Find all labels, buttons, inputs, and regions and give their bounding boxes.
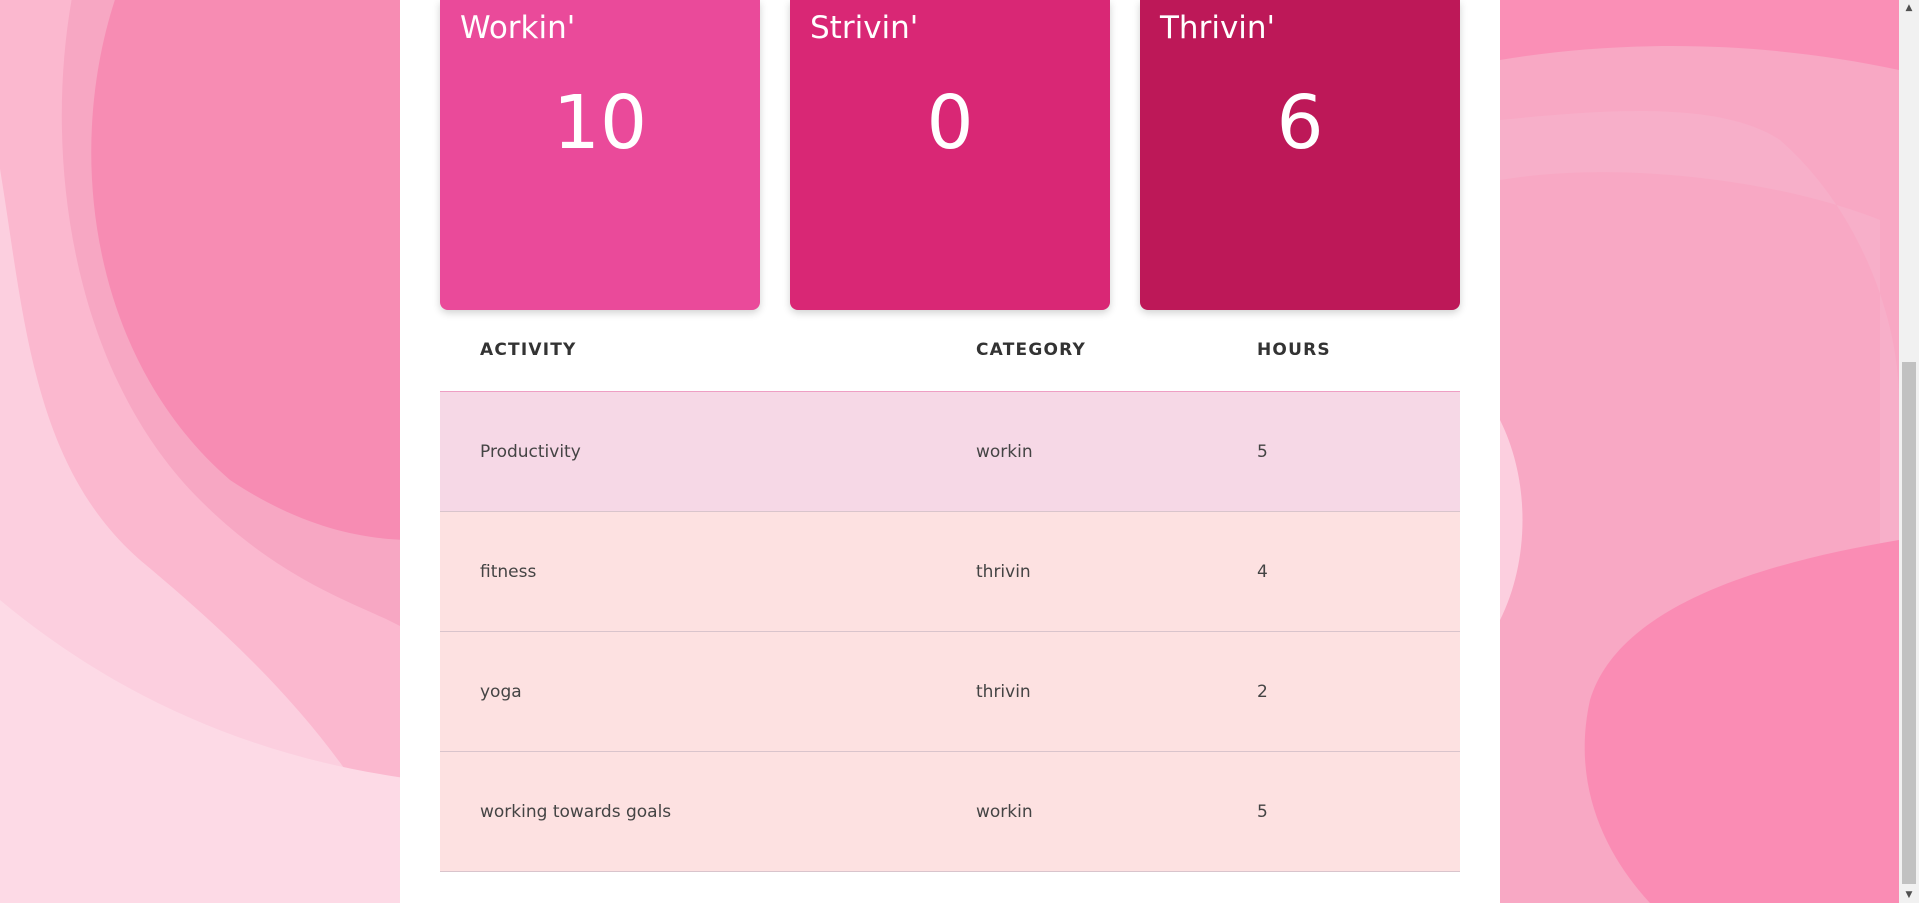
- thrivin-card-title: Thrivin': [1160, 10, 1276, 46]
- scroll-up-arrow-icon[interactable]: ▲: [1899, 3, 1919, 13]
- strivin-card-value: 0: [926, 80, 974, 166]
- cell-category: thrivin: [976, 562, 1031, 582]
- table-row[interactable]: working towards goals workin 5: [440, 752, 1460, 872]
- strivin-card-title: Strivin': [810, 10, 919, 46]
- scrollbar-thumb[interactable]: [1902, 362, 1916, 884]
- cell-category: thrivin: [976, 682, 1031, 702]
- table-row[interactable]: Productivity workin 5: [440, 392, 1460, 512]
- scroll-down-arrow-icon[interactable]: ▼: [1899, 890, 1919, 900]
- category-summary-cards: Workin' 10 Strivin' 0 Thrivin' 6: [440, 0, 1460, 310]
- header-category: CATEGORY: [976, 340, 1086, 360]
- header-hours: HOURS: [1257, 340, 1331, 360]
- cell-activity: fitness: [480, 562, 537, 582]
- cell-category: workin: [976, 802, 1033, 822]
- workin-card-value: 10: [552, 80, 648, 166]
- cell-category: workin: [976, 442, 1033, 462]
- workin-card: Workin' 10: [440, 0, 760, 310]
- main-panel: Workin' 10 Strivin' 0 Thrivin' 6 ACTIVIT…: [400, 0, 1500, 903]
- strivin-card: Strivin' 0: [790, 0, 1110, 310]
- thrivin-card-value: 6: [1276, 80, 1324, 166]
- table-row[interactable]: yoga thrivin 2: [440, 632, 1460, 752]
- activity-table: ACTIVITY CATEGORY HOURS Productivity wor…: [440, 310, 1460, 872]
- thrivin-card: Thrivin' 6: [1140, 0, 1460, 310]
- table-header: ACTIVITY CATEGORY HOURS: [440, 310, 1460, 392]
- cell-activity: Productivity: [480, 442, 581, 462]
- vertical-scrollbar[interactable]: ▲ ▼: [1899, 0, 1919, 903]
- workin-card-title: Workin': [460, 10, 576, 46]
- cell-hours: 5: [1257, 442, 1268, 462]
- cell-activity: yoga: [480, 682, 522, 702]
- cell-hours: 4: [1257, 562, 1268, 582]
- cell-hours: 2: [1257, 682, 1268, 702]
- cell-activity: working towards goals: [480, 802, 672, 822]
- table-row[interactable]: fitness thrivin 4: [440, 512, 1460, 632]
- header-activity: ACTIVITY: [480, 340, 577, 360]
- cell-hours: 5: [1257, 802, 1268, 822]
